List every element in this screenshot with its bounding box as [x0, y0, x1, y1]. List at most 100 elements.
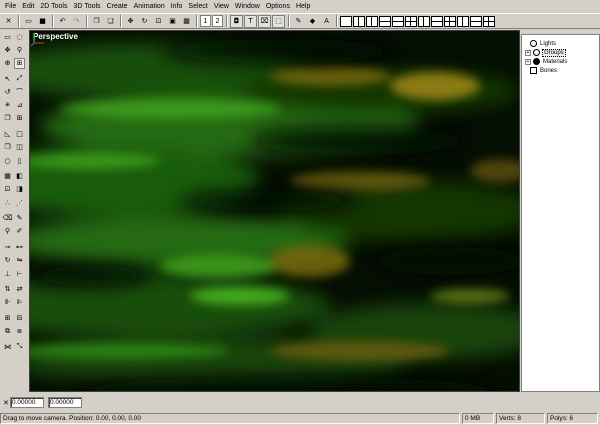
menu-view[interactable]: View — [211, 0, 232, 13]
quad-icon[interactable]: □ — [14, 128, 25, 139]
open-folder-icon[interactable]: ▭ — [22, 15, 35, 28]
extrude-icon[interactable]: ✳ — [2, 100, 13, 111]
layout-three-bottom-icon[interactable] — [457, 15, 469, 27]
weld-icon[interactable]: ⊡ — [2, 184, 13, 195]
cube-icon[interactable]: ❒ — [2, 142, 13, 153]
text-tool-icon[interactable]: A — [320, 15, 333, 28]
vertex-tool-icon[interactable]: ∴ — [2, 197, 13, 208]
redo-icon[interactable]: ↷ — [70, 15, 83, 28]
layout-three-top-icon[interactable] — [431, 15, 443, 27]
menu-help[interactable]: Help — [293, 0, 313, 13]
tree-expander[interactable]: + — [525, 49, 531, 56]
grid-icon[interactable]: ▦ — [180, 15, 193, 28]
menu-options[interactable]: Options — [263, 0, 293, 13]
align-vertical-icon[interactable]: ⊥ — [2, 268, 13, 279]
layout-split-bottom-icon[interactable] — [392, 15, 404, 27]
menu-select[interactable]: Select — [185, 0, 210, 13]
layout-grid-icon[interactable] — [483, 15, 495, 27]
layout-stack-icon[interactable] — [470, 15, 482, 27]
ungroup-icon[interactable]: ⊟ — [14, 312, 25, 323]
cylinder-icon[interactable]: ▯ — [14, 155, 25, 166]
scale-icon[interactable]: ⊡ — [152, 15, 165, 28]
bend-icon[interactable]: ⌒ — [14, 86, 25, 97]
perspective-viewport[interactable]: Perspective — [29, 30, 520, 392]
mesh-icon[interactable]: ⊞ — [14, 113, 25, 124]
close-icon[interactable]: ✕ — [2, 15, 15, 28]
edge-tool-icon[interactable]: ⋰ — [14, 197, 25, 208]
layout-three-left-icon[interactable] — [418, 15, 430, 27]
duplicate-icon[interactable]: ❐ — [2, 113, 13, 124]
arrange-icon[interactable]: ⊫ — [14, 297, 25, 308]
menu-window[interactable]: Window — [232, 0, 263, 13]
split-icon[interactable]: ◨ — [14, 184, 25, 195]
undo-icon[interactable]: ↶ — [56, 15, 69, 28]
frame-one-button[interactable]: 1 — [200, 15, 211, 27]
text-mode-icon[interactable]: T — [244, 14, 257, 28]
paste-icon[interactable]: ❏ — [104, 15, 117, 28]
joint-icon[interactable]: ⊷ — [14, 241, 25, 252]
menu-3d-tools[interactable]: 3D Tools — [70, 0, 103, 13]
pan-icon[interactable]: ✥ — [2, 44, 13, 55]
tree-expander[interactable]: + — [525, 58, 531, 65]
merge-icon[interactable]: ⧉ — [2, 326, 13, 337]
tree-item-lights[interactable]: Lights — [530, 39, 557, 48]
frame-two-button[interactable]: 2 — [212, 15, 223, 27]
menu-edit[interactable]: Edit — [19, 0, 37, 13]
cut-icon[interactable]: ◧ — [14, 171, 25, 182]
lasso-icon[interactable]: ◌ — [14, 31, 25, 42]
flip-horizontal-icon[interactable]: ⇄ — [14, 284, 25, 295]
select-arrow-icon[interactable]: ⊿ — [14, 100, 25, 111]
menu-file[interactable]: File — [2, 0, 19, 13]
save-icon[interactable]: ■ — [36, 15, 49, 28]
eraser-icon[interactable]: ⌫ — [2, 213, 13, 224]
pin-icon[interactable]: ⚲ — [2, 226, 13, 237]
tree-item-groups[interactable]: + Groups — [525, 48, 566, 57]
group-icon[interactable]: ⊞ — [2, 312, 13, 323]
distribute-icon[interactable]: ⊪ — [2, 297, 13, 308]
bone-mode-icon[interactable]: ⌧ — [258, 14, 271, 28]
layers-icon[interactable]: ⧈ — [14, 326, 25, 337]
layout-split-top-icon[interactable] — [379, 15, 391, 27]
mirror-bone-icon[interactable]: ⇋ — [14, 255, 25, 266]
x-coordinate-field[interactable] — [10, 397, 44, 408]
sphere-icon[interactable]: ○ — [2, 155, 13, 166]
magnify-icon[interactable]: ⚲ — [14, 44, 25, 55]
zoom-icon[interactable]: ⊕ — [2, 58, 13, 69]
layout-single-icon[interactable] — [340, 15, 352, 27]
rotate-tool-icon[interactable]: ↺ — [2, 86, 13, 97]
rotate-bone-icon[interactable]: ↻ — [2, 255, 13, 266]
y-coordinate-field[interactable] — [48, 397, 82, 408]
layout-split-right-icon[interactable] — [366, 15, 378, 27]
menu-2d-tools[interactable]: 2D Tools — [37, 0, 70, 13]
menu-animation[interactable]: Animation — [131, 0, 168, 13]
move-icon[interactable]: ✥ — [124, 15, 137, 28]
triangle-icon[interactable]: ◺ — [2, 128, 13, 139]
layout-split-left-icon[interactable] — [353, 15, 365, 27]
vertex-mode-icon[interactable]: ◘ — [230, 14, 243, 28]
tree-item-bones[interactable]: Bones — [530, 66, 558, 75]
eyedropper-icon[interactable]: ✎ — [292, 15, 305, 28]
menu-create[interactable]: Create — [104, 0, 131, 13]
select-box-icon[interactable]: ▣ — [166, 15, 179, 28]
expand-icon[interactable]: ⤡ — [14, 341, 25, 352]
pencil-icon[interactable]: ✎ — [14, 213, 25, 224]
face-mode-icon[interactable]: ⬚ — [272, 14, 285, 28]
copy-icon[interactable]: ❐ — [90, 15, 103, 28]
grid-tool-icon[interactable]: ▦ — [2, 171, 13, 182]
select-rect-icon[interactable]: ▭ — [2, 31, 13, 42]
rotate-icon[interactable]: ↻ — [138, 15, 151, 28]
box-icon[interactable]: ◫ — [14, 142, 25, 153]
layout-quad-icon[interactable] — [405, 15, 417, 27]
flip-vertical-icon[interactable]: ⇅ — [2, 284, 13, 295]
scale-tool-icon[interactable]: ⤢ — [14, 73, 25, 84]
pointer-icon[interactable]: ↖ — [2, 73, 13, 84]
shrink-icon[interactable]: ⋈ — [2, 341, 13, 352]
paint-bucket-icon[interactable]: ◆ — [306, 15, 319, 28]
layout-three-right-icon[interactable] — [444, 15, 456, 27]
menu-info[interactable]: Info — [168, 0, 186, 13]
zoom-region-icon[interactable]: ⊞ — [14, 57, 25, 69]
tree-item-materials[interactable]: + Materials — [525, 57, 568, 66]
align-horizontal-icon[interactable]: ⊢ — [14, 268, 25, 279]
bone-tool-icon[interactable]: ⊸ — [2, 241, 13, 252]
marker-icon[interactable]: ✐ — [14, 226, 25, 237]
